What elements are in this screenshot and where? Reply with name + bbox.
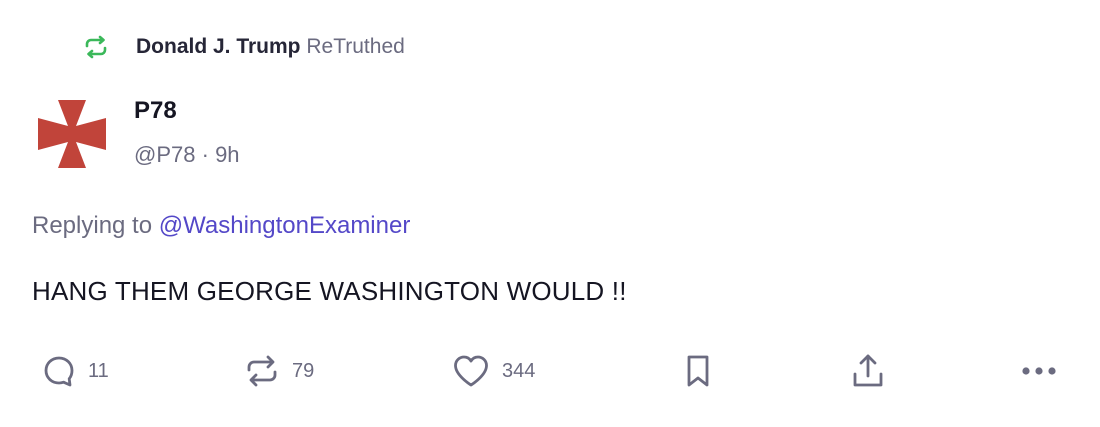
avatar[interactable] <box>36 98 108 170</box>
retruth-label: ReTruthed <box>306 35 405 58</box>
ellipsis-icon <box>1022 367 1056 375</box>
share-icon <box>853 354 883 387</box>
like-button[interactable]: 344 <box>452 348 535 394</box>
bookmark-icon <box>687 355 709 387</box>
post-time[interactable]: 9h <box>215 142 239 167</box>
more-options-button[interactable] <box>1020 348 1058 394</box>
display-name[interactable]: P78 <box>134 93 240 129</box>
retruth-text: Donald J. Trump ReTruthed <box>136 35 405 59</box>
heart-icon <box>454 355 488 387</box>
retruth-action-icon <box>247 355 277 387</box>
retruth-count: 79 <box>292 359 315 382</box>
post-text: HANG THEM GEORGE WASHINGTON WOULD !! <box>32 276 627 306</box>
reply-count: 11 <box>88 359 109 382</box>
like-count: 344 <box>502 359 536 382</box>
retruth-button[interactable]: 79 <box>244 348 314 394</box>
red-cross-pattee-avatar-icon <box>38 100 106 168</box>
replying-to: Replying to @WashingtonExaminer <box>32 208 410 244</box>
replying-mention-link[interactable]: @WashingtonExaminer <box>159 212 411 239</box>
author-block: P78 @P78 · 9h <box>134 93 240 173</box>
share-button[interactable] <box>850 348 886 394</box>
retruth-icon <box>82 33 110 61</box>
reply-icon <box>44 356 74 387</box>
retruth-user-name[interactable]: Donald J. Trump <box>136 35 301 58</box>
truth-post: Donald J. Trump ReTruthed P78 @P78 · 9h … <box>0 0 1100 427</box>
separator-dot: · <box>201 142 209 167</box>
handle-row: @P78 · 9h <box>134 137 240 173</box>
retruth-indicator: Donald J. Trump ReTruthed <box>82 30 405 64</box>
replying-prefix: Replying to <box>32 212 153 239</box>
handle[interactable]: @P78 <box>134 142 195 167</box>
bookmark-button[interactable] <box>684 348 712 394</box>
action-bar: 11 79 344 <box>0 348 1100 394</box>
reply-button[interactable]: 11 <box>42 348 109 394</box>
